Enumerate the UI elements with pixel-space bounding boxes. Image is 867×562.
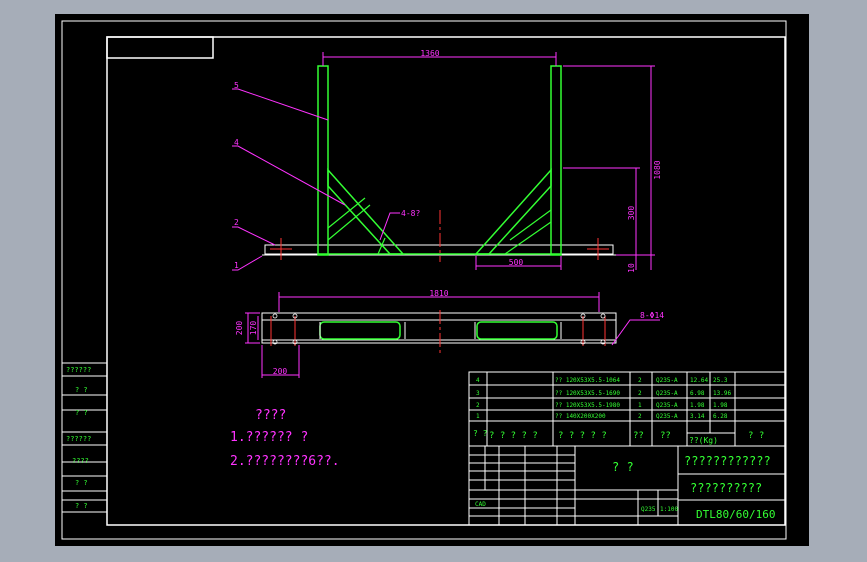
left-stamp-cell: ? ?	[75, 479, 88, 487]
bom-cell: 13.96	[713, 390, 731, 397]
left-stamp-cell: ? ?	[75, 409, 88, 417]
dim-height-base: 10	[627, 263, 636, 273]
bom-cell: ?? 140X200X200	[555, 413, 606, 420]
right-brace-outer	[474, 168, 552, 255]
bom-cell: 1.98	[713, 402, 728, 409]
front-view	[262, 65, 616, 262]
bom-cell: 12.64	[690, 377, 708, 384]
top-slot-left	[319, 321, 401, 340]
inner-frame	[106, 36, 786, 526]
bom-cell: 3.14	[690, 413, 705, 420]
left-stamp-cell: ? ?	[75, 502, 88, 510]
bolt-hole	[600, 313, 606, 319]
top-dimensions	[245, 292, 660, 378]
right-post	[550, 65, 562, 256]
balloon-2: 2	[234, 218, 239, 227]
bom-header-no: ? ?	[473, 429, 488, 438]
bom-header-name: ? ? ? ? ?	[558, 431, 607, 441]
bom-header-material: ??	[660, 431, 671, 441]
corner-code-box	[106, 36, 214, 59]
dim-holes: 8-Φ14	[640, 311, 664, 320]
top-view	[261, 310, 617, 356]
left-brace-outer	[327, 168, 405, 255]
bom-cell: Q235-A	[656, 377, 678, 384]
title-scale: 1:100	[660, 506, 678, 513]
left-post	[317, 65, 329, 256]
cad-drawing: 1360 1080 300 10 500 4-8? 5 4 2 1 1810 2…	[61, 20, 787, 540]
dim-height-mid: 300	[627, 206, 636, 221]
dim-bottom-offset: 200	[273, 367, 288, 376]
bom-cell: 3	[476, 390, 480, 397]
left-stamp-cell: ? ?	[75, 386, 88, 394]
company-name: ??????????	[690, 481, 762, 495]
bom-header-weight: ??(Kg)	[689, 436, 718, 445]
dim-depth-outer: 200	[235, 321, 244, 336]
left-stamp-cell: ??????	[66, 366, 91, 374]
dim-bottom-width: 1810	[429, 289, 448, 298]
technical-notes: ???? 1.?????? ? 2.????????6??.	[230, 408, 340, 469]
bom-header-qty: ??	[633, 431, 644, 441]
bom-cell: 6.98	[690, 390, 705, 397]
bom-cell: 1	[476, 413, 480, 420]
weld-symbol: 4-8?	[401, 209, 420, 218]
bom-cell: 25.3	[713, 377, 728, 384]
leader-2	[232, 226, 276, 246]
bom-cell: Q235-A	[656, 390, 678, 397]
balloon-1: 1	[234, 261, 239, 270]
title-cad: CAD	[475, 501, 486, 508]
leader-holes	[611, 319, 660, 346]
bom-cell: 4	[476, 377, 480, 384]
dim-height-total: 1080	[653, 160, 662, 179]
left-brace-inner2	[327, 197, 366, 229]
balloon-5: 5	[234, 81, 239, 90]
bom-cell: ?? 120X53X5.5-1980	[555, 402, 620, 409]
bom-header-code: ? ? ? ? ?	[489, 431, 538, 441]
bom-header-note: ? ?	[748, 431, 764, 441]
bom-cell: 2	[638, 390, 642, 397]
bom-cell: ?? 120X53X5.5-1064	[555, 377, 620, 384]
notes-line-2: 2.????????6??.	[230, 454, 340, 469]
front-dimensions	[232, 52, 655, 271]
bom-cell: 2	[476, 402, 480, 409]
bom-cell: Q235-A	[656, 402, 678, 409]
notes-line-1: 1.?????? ?	[230, 430, 308, 445]
bolt-hole	[272, 313, 278, 319]
left-stamp-cell: ????	[72, 457, 89, 465]
bom-cell: 2	[638, 413, 642, 420]
bom-cell: 6.28	[713, 413, 728, 420]
bom-cell: Q235-A	[656, 413, 678, 420]
part-name: ? ?	[612, 460, 634, 474]
dim-depth-inner: 170	[249, 321, 258, 336]
title-block-text: ? ? ???????????? ?????????? DTL80/60/160…	[475, 454, 775, 521]
leader-weld	[379, 212, 400, 241]
title-material: Q235	[641, 506, 656, 513]
drawing-number: DTL80/60/160	[696, 508, 775, 521]
dim-top-width: 1360	[420, 49, 439, 58]
bom-cell: 1.98	[690, 402, 705, 409]
bom-header-text: ? ? ? ? ? ? ? ? ? ? ? ? ?? ?? ??(Kg) ? ?	[473, 429, 764, 445]
leader-5	[232, 88, 329, 121]
drawing-title: ????????????	[684, 454, 771, 468]
outer-frame	[61, 20, 787, 540]
left-stamp-cell: ??????	[66, 435, 91, 443]
notes-title: ????	[255, 408, 286, 423]
balloon-4: 4	[234, 138, 239, 147]
top-plate-inner	[261, 319, 617, 341]
bom-cell: 2	[638, 377, 642, 384]
top-slot-right	[476, 321, 558, 340]
left-gusset	[377, 237, 386, 255]
bom-cell: ?? 120X53X5.5-1690	[555, 390, 620, 397]
left-stamp-text: ?????? ? ? ? ? ?????? ???? ? ? ? ?	[66, 366, 91, 510]
bom-cell: 1	[638, 402, 642, 409]
dim-base-span: 500	[509, 258, 524, 267]
top-plate-outline	[261, 312, 617, 344]
